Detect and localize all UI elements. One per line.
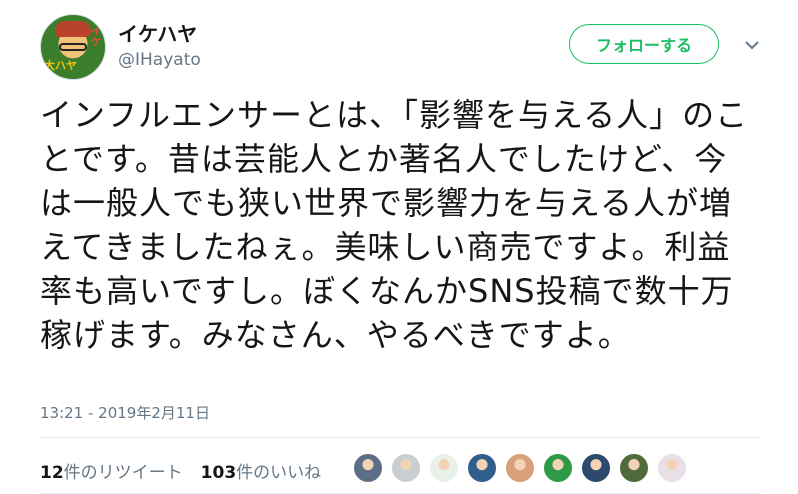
like-label: 件のいいね: [236, 463, 322, 483]
liker-avatar-7[interactable]: [580, 452, 612, 484]
liker-avatar-4[interactable]: [466, 452, 498, 484]
like-stat[interactable]: 103件のいいね: [201, 458, 322, 483]
avatar-glasses-icon: [59, 43, 87, 51]
divider: [40, 437, 760, 438]
tweet-text: インフルエンサーとは、「影響を与える人」のことです。昔は芸能人とか著名人でしたけ…: [40, 96, 749, 354]
user-handle[interactable]: @IHayato: [118, 50, 201, 70]
liker-avatar-6[interactable]: [542, 452, 574, 484]
liker-avatar-9[interactable]: [656, 452, 688, 484]
tweet-timestamp[interactable]: 13:21 - 2019年2月11日: [40, 402, 210, 423]
liker-avatar-8[interactable]: [618, 452, 650, 484]
like-count: 103: [200, 463, 237, 483]
tweet-header: イケ 大ハヤ イケハヤ @IHayato フォローする: [0, 0, 798, 90]
liker-avatar-3[interactable]: [428, 452, 460, 484]
retweet-label: 件のリツイート: [63, 463, 183, 483]
liker-avatars: [352, 452, 694, 486]
retweet-count: 12: [40, 463, 64, 483]
tweet-stats: 12件のリツイート 103件のいいね: [40, 458, 321, 483]
retweet-stat[interactable]: 12件のリツイート: [40, 458, 183, 483]
liker-avatar-1[interactable]: [352, 452, 384, 484]
avatar-hat-icon: [55, 21, 91, 37]
chevron-down-icon[interactable]: [743, 36, 761, 54]
avatar-text-decoration: イケ: [89, 25, 102, 47]
liker-avatar-2[interactable]: [390, 452, 422, 484]
follow-button[interactable]: フォローする: [569, 24, 719, 64]
liker-avatar-5[interactable]: [504, 452, 536, 484]
avatar[interactable]: イケ 大ハヤ: [40, 14, 106, 80]
avatar-text-decoration-2: 大ハヤ: [44, 59, 77, 72]
display-name[interactable]: イケハヤ: [118, 18, 197, 47]
